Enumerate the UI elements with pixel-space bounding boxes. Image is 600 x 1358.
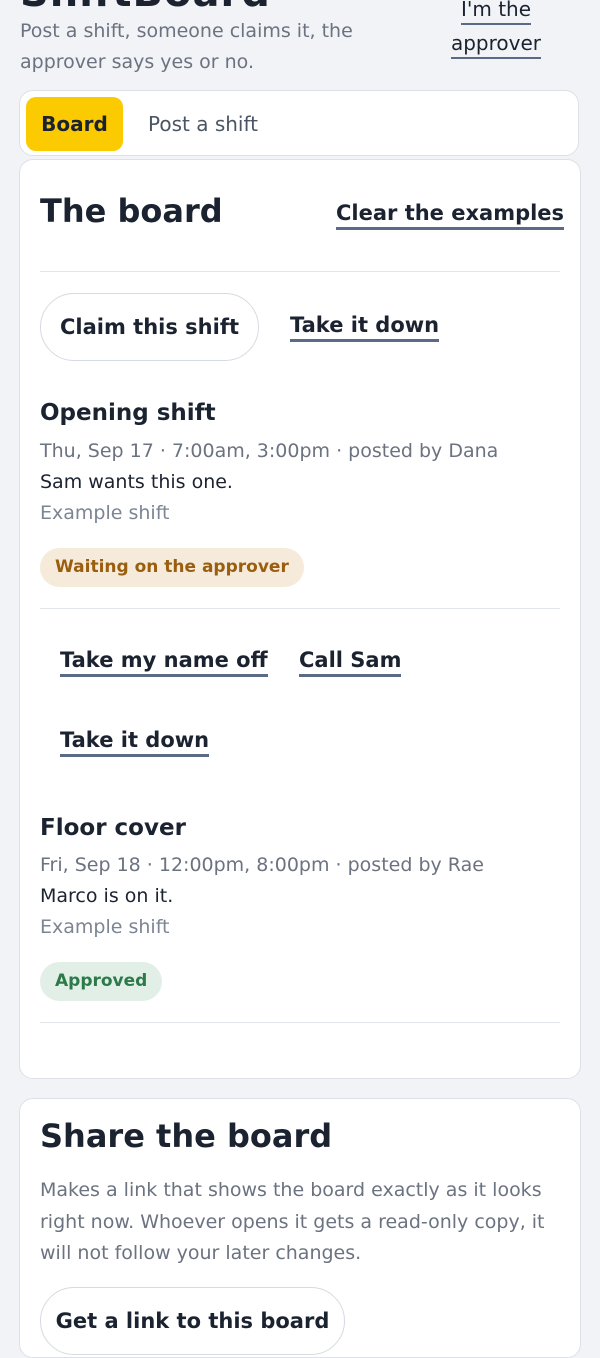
shift-title: Opening shift — [40, 400, 216, 426]
divider — [40, 1022, 560, 1023]
claim-shift-button[interactable]: Claim this shift — [40, 293, 259, 361]
example-label: Example shift — [40, 916, 170, 938]
take-it-down-link[interactable]: Take it down — [60, 727, 210, 757]
app-tagline: Post a shift, someone claims it, the app… — [20, 20, 353, 73]
divider — [40, 271, 560, 272]
clear-examples-link[interactable]: Clear the examples — [336, 200, 565, 230]
board-panel: The board Clear the examples Claim this … — [19, 159, 581, 1079]
shift-meta: Fri, Sep 18 · 12:00pm, 8:00pm · posted b… — [40, 854, 484, 876]
shift-note: Marco is on it. — [40, 885, 174, 907]
tab-bar: Board Post a shift — [19, 90, 579, 156]
app-title: ShiftBoard — [20, 0, 271, 16]
take-it-down-link[interactable]: Take it down — [290, 312, 440, 342]
shift-title: Floor cover — [40, 815, 186, 841]
approver-link[interactable]: I'm the approver — [430, 0, 562, 60]
shift-meta: Thu, Sep 17 · 7:00am, 3:00pm · posted by… — [40, 440, 499, 462]
divider — [40, 608, 560, 609]
board-title: The board — [40, 192, 223, 230]
share-title: Share the board — [40, 1117, 333, 1155]
share-panel: Share the board Makes a link that shows … — [19, 1098, 581, 1358]
example-label: Example shift — [40, 502, 170, 524]
approver-link-label: I'm the approver — [450, 0, 542, 59]
tab-post-a-shift[interactable]: Post a shift — [148, 97, 258, 151]
take-my-name-off-link[interactable]: Take my name off — [60, 647, 268, 677]
tab-board[interactable]: Board — [26, 97, 123, 151]
call-sam-link[interactable]: Call Sam — [299, 647, 402, 677]
shift-note: Sam wants this one. — [40, 471, 233, 493]
share-description: Makes a link that shows the board exactl… — [40, 1179, 545, 1264]
status-badge: Waiting on the approver — [40, 548, 304, 587]
status-badge: Approved — [40, 962, 163, 1001]
get-link-button[interactable]: Get a link to this board — [40, 1287, 345, 1355]
